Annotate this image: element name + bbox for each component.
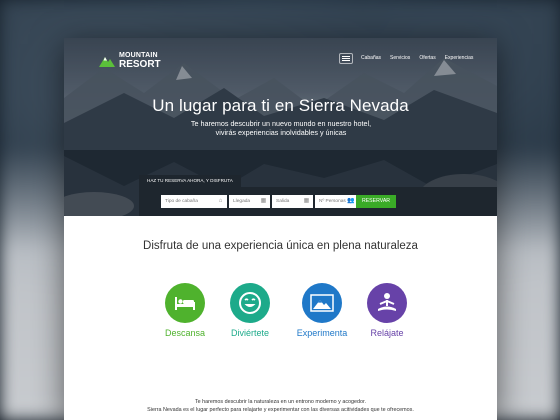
feature-label-relajate: Relájate (370, 328, 404, 338)
nav-item-cabanas[interactable]: Cabañas (361, 55, 381, 61)
checkout-date-field[interactable]: Salida ▦ (272, 195, 313, 208)
website-frame: MOUNTAIN RESORT Cabañas Servicios Oferta… (64, 38, 497, 420)
description-line2: Sierra Nevada es el lugar perfecto para … (147, 407, 414, 413)
booking-widget: HAZ TU RESERVA AHORA, Y DISFRUTA Tipo de… (139, 175, 497, 216)
smile-icon (230, 283, 270, 323)
hero-subtitle: Te haremos descubrir un nuevo mundo en n… (190, 119, 372, 137)
feature-diviertete[interactable]: Diviértete (210, 283, 290, 338)
feature-label-diviertete: Diviértete (230, 328, 269, 338)
bed-icon (165, 283, 205, 323)
cabin-type-placeholder: Tipo de cabaña (165, 199, 198, 204)
people-icon: 👥 (347, 198, 355, 204)
main-nav: Cabañas Servicios Ofertas Experiencias (361, 55, 482, 61)
nav-item-servicios[interactable]: Servicios (390, 55, 410, 61)
nav-item-experiencias[interactable]: Experiencias (445, 55, 474, 61)
calendar-icon: ▦ (260, 198, 267, 204)
brand-line2: RESORT (119, 59, 161, 70)
hamburger-menu-icon[interactable] (339, 53, 353, 64)
reservar-button[interactable]: RESERVAR (356, 195, 396, 208)
description-text: Te haremos descubrir la naturaleza en un… (64, 398, 497, 414)
calendar-icon: ▦ (303, 198, 310, 204)
hero-title: Un lugar para ti en Sierra Nevada (152, 96, 409, 115)
booking-bar: Tipo de cabaña ⌂ Llegada ▦ Salida ▦ Nº P… (139, 187, 497, 216)
checkin-placeholder: Llegada (233, 199, 251, 204)
mountain-logo-icon (99, 56, 115, 67)
persons-placeholder: Nº Personas (319, 199, 346, 204)
checkout-placeholder: Salida (276, 199, 290, 204)
feature-relajate[interactable]: Relájate (347, 283, 427, 338)
brand-logo[interactable]: MOUNTAIN RESORT (99, 52, 161, 70)
home-icon: ⌂ (218, 198, 223, 204)
section-title: Disfruta de una experiencia única en ple… (143, 240, 418, 252)
persons-field[interactable]: Nº Personas 👥 (315, 195, 357, 208)
nav-item-ofertas[interactable]: Ofertas (419, 55, 435, 61)
brand-name: MOUNTAIN RESORT (119, 52, 161, 70)
booking-tab-label: HAZ TU RESERVA AHORA, Y DISFRUTA (139, 175, 241, 187)
checkin-date-field[interactable]: Llegada ▦ (229, 195, 270, 208)
description-line1: Te haremos descubrir la naturaleza en un… (194, 399, 367, 405)
mountain-icon (302, 283, 342, 323)
cabin-type-select[interactable]: Tipo de cabaña ⌂ (161, 195, 227, 208)
meditation-icon (367, 283, 407, 323)
